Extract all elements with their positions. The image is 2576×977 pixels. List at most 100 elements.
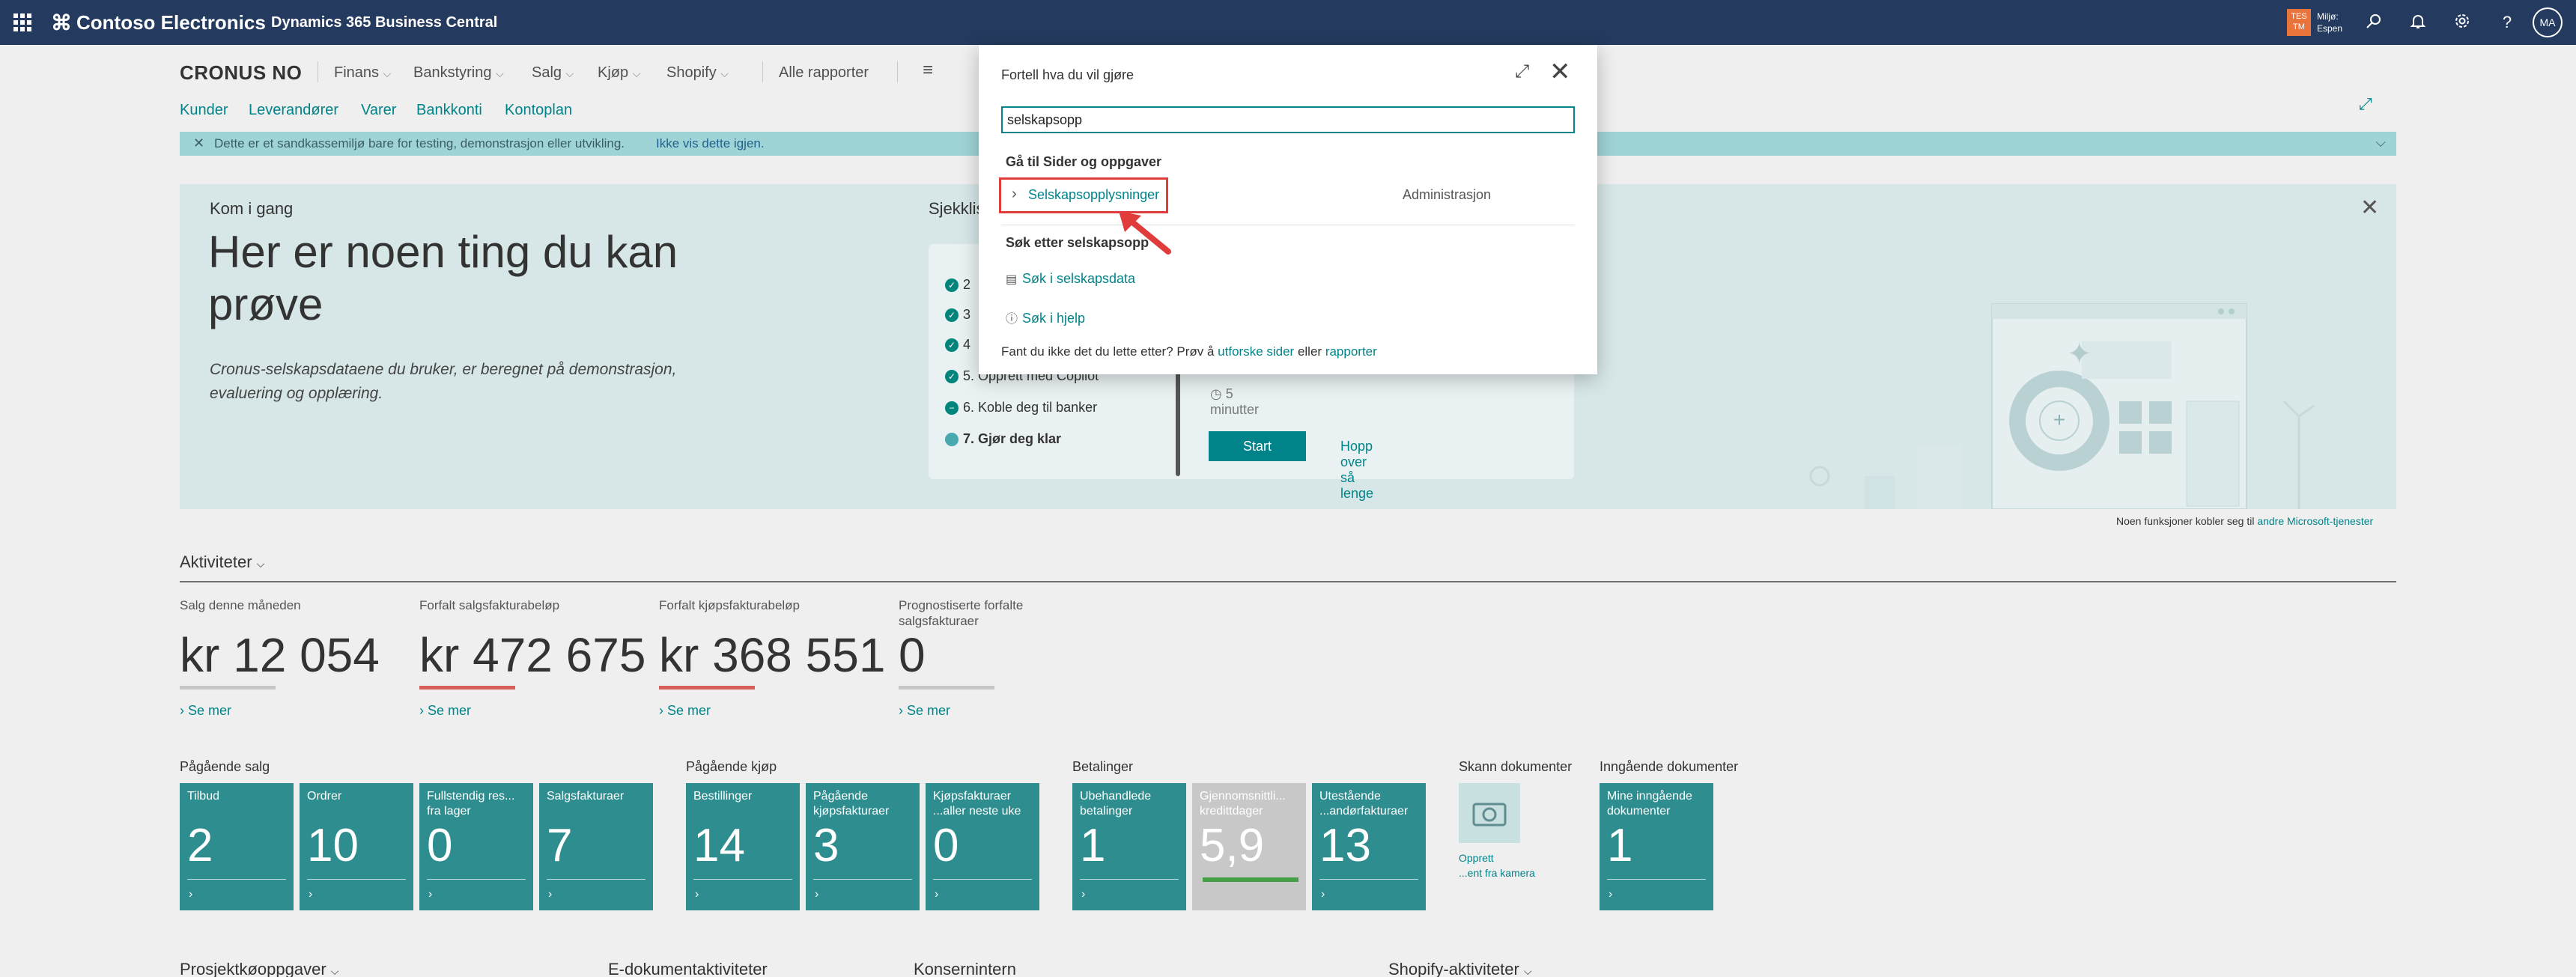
see-more-link[interactable]: › Se mer <box>659 703 884 719</box>
menu-all-reports[interactable]: Alle rapporter <box>779 64 869 82</box>
search-input[interactable]: selskapsopp <box>1001 106 1575 133</box>
kpi-bar <box>659 686 755 690</box>
scan-label-line-1: Opprett <box>1459 852 1494 864</box>
close-icon[interactable]: ✕ <box>1549 57 1571 87</box>
environment-label[interactable]: Miljø: Espen <box>2317 10 2342 34</box>
group-title-payments: Betalinger <box>1072 759 1134 774</box>
kpi-value[interactable]: kr 472 675 <box>419 629 645 681</box>
tile-purchase-invoices-next-week[interactable]: Kjøpsfakturaer ...aller neste uke 0 › <box>926 783 1039 910</box>
nav-link-vendors[interactable]: Leverandører <box>249 102 338 119</box>
chevron-right-icon: › <box>695 888 699 901</box>
tile-divider <box>187 879 286 880</box>
chevron-down-icon[interactable]: ⌵ <box>2375 135 2386 150</box>
search-help-option[interactable]: ⓘ Søk i hjelp <box>1006 308 1085 326</box>
scan-document-label[interactable]: Opprett ...ent fra kamera <box>1459 850 1535 880</box>
divider <box>897 61 898 82</box>
skip-link[interactable]: Hopp over så lenge <box>1340 439 1373 502</box>
waffle-icon[interactable] <box>13 13 31 31</box>
microsoft-services-link[interactable]: andre Microsoft-tjenester <box>2257 515 2373 527</box>
kpi-value[interactable]: kr 368 551 <box>659 629 885 681</box>
bell-icon[interactable] <box>2408 12 2428 33</box>
checklist-step[interactable]: ✓ 2 <box>945 277 970 293</box>
kpi-bar <box>899 686 994 690</box>
tile-fully-reserved[interactable]: Fullstendig res... fra lager 0 › <box>419 783 533 910</box>
activities-heading[interactable]: Aktiviteter ⌵ <box>180 553 264 572</box>
check-icon: ✓ <box>945 338 959 353</box>
nav-link-items[interactable]: Varer <box>361 102 396 119</box>
environment-badge[interactable]: TES TM <box>2287 9 2311 36</box>
checklist-step[interactable]: 7. Gjør deg klar <box>945 431 1061 447</box>
menu-salg[interactable]: Salg ⌵ <box>532 64 574 82</box>
banner-dismiss-link[interactable]: Ikke vis dette igjen. <box>656 136 765 151</box>
kpi-overdue-sales[interactable]: Forfalt salgsfakturabeløp kr 472 675 › S… <box>419 597 645 719</box>
option-label: Søk i hjelp <box>1022 311 1086 326</box>
menu-shopify[interactable]: Shopify ⌵ <box>666 64 729 82</box>
expand-icon[interactable]: ⤢ <box>2359 94 2372 114</box>
checklist-step[interactable]: ✓ 4 <box>945 337 970 353</box>
chevron-right-icon: › <box>309 888 313 901</box>
close-icon[interactable]: ✕ <box>2360 195 2379 221</box>
search-icon[interactable] <box>2363 12 2384 33</box>
scan-label-line-2: ...ent fra kamera <box>1459 867 1535 879</box>
chevron-right-icon: › <box>548 888 553 901</box>
divider <box>762 61 763 82</box>
kpi-sales-this-month[interactable]: Salg denne måneden kr 12 054 › Se mer <box>180 597 404 719</box>
nav-link-customers[interactable]: Kunder <box>180 102 228 119</box>
environment-line-1: Miljø: <box>2317 11 2339 22</box>
avatar[interactable]: MA <box>2533 7 2563 37</box>
tile-label: Ordrer <box>307 790 342 803</box>
gear-icon[interactable] <box>2452 12 2473 33</box>
section-intercompany[interactable]: Konsernintern <box>914 960 1016 977</box>
close-icon[interactable]: ✕ <box>193 136 204 151</box>
see-more-link[interactable]: › Se mer <box>180 703 404 719</box>
scan-document-button[interactable] <box>1459 783 1520 843</box>
chevron-down-icon: ⌵ <box>1523 965 1532 977</box>
nav-link-bank-accounts[interactable]: Bankkonti <box>416 102 482 119</box>
kpi-overdue-purchase[interactable]: Forfalt kjøpsfakturabeløp kr 368 551 › S… <box>659 597 885 719</box>
tile-divider <box>693 879 792 880</box>
tile-ongoing-purchase-invoices[interactable]: Pågående kjøpsfakturaer 3 › <box>806 783 920 910</box>
tile-orders[interactable]: Ordrer 10 › <box>300 783 413 910</box>
checklist-step[interactable]: −6. Koble deg til banker <box>945 400 1097 416</box>
checklist-step[interactable]: ✓ 3 <box>945 307 970 323</box>
section-shopify[interactable]: Shopify-aktiviteter ⌵ <box>1388 960 1532 977</box>
tile-my-incoming-documents[interactable]: Mine inngående dokumenter 1 › <box>1600 783 1713 910</box>
footer-text: Fant du ikke det du lette etter? Prøv å <box>1001 344 1215 359</box>
kpi-value[interactable]: kr 12 054 <box>180 629 404 681</box>
reports-link[interactable]: rapporter <box>1325 344 1377 359</box>
tile-quotes[interactable]: Tilbud 2 › <box>180 783 294 910</box>
top-bar: ⌘ Contoso Electronics Dynamics 365 Busin… <box>0 0 2576 45</box>
menu-finans[interactable]: Finans ⌵ <box>334 64 391 82</box>
tile-label: Gjennomsnittli... kredittdager <box>1200 790 1286 818</box>
hamburger-icon[interactable]: ≡ <box>923 60 933 81</box>
tile-value: 14 <box>693 820 745 871</box>
chevron-right-icon: › <box>428 888 433 901</box>
tile-value: 5,9 <box>1200 820 1265 871</box>
help-icon[interactable]: ? <box>2497 12 2518 33</box>
nav-link-chart-of-accounts[interactable]: Kontoplan <box>505 102 572 119</box>
chevron-right-icon: › <box>815 888 819 901</box>
section-project-queue[interactable]: Prosjektkøoppgaver ⌵ <box>180 960 338 977</box>
see-more-link[interactable]: › Se mer <box>419 703 644 719</box>
tile-average-credit-days[interactable]: Gjennomsnittli... kredittdager 5,9 <box>1192 783 1306 910</box>
camera-icon <box>1472 803 1507 827</box>
see-more-link[interactable]: › Se mer <box>899 703 1048 719</box>
tile-outstanding-vendor-invoices[interactable]: Utestående ...andørfakturaer 13 › <box>1312 783 1426 910</box>
tile-unprocessed-payments[interactable]: Ubehandlede betalinger 1 › <box>1072 783 1186 910</box>
menu-bankstyring[interactable]: Bankstyring ⌵ <box>413 64 504 82</box>
tile-sales-invoices[interactable]: Salgsfakturaer 7 › <box>539 783 653 910</box>
expand-icon[interactable]: ⤢ <box>1515 61 1529 82</box>
svg-text:+: + <box>2053 408 2065 431</box>
step-label: 7. Gjør deg klar <box>963 431 1062 446</box>
start-button[interactable]: Start <box>1209 431 1306 461</box>
menu-kjop[interactable]: Kjøp ⌵ <box>598 64 640 82</box>
skipped-icon: − <box>945 401 959 416</box>
tile-purchase-orders[interactable]: Bestillinger 14 › <box>686 783 800 910</box>
section-e-documents[interactable]: E-dokumentaktiviteter <box>608 960 768 977</box>
kpi-value[interactable]: 0 <box>899 629 1048 681</box>
brand-logo[interactable]: ⌘ Contoso Electronics <box>51 10 266 35</box>
kpi-forecast-overdue[interactable]: Prognostiserte forfalte salgsfakturaer 0… <box>899 597 1048 719</box>
search-company-data-option[interactable]: ▤ Søk i selskapsdata <box>1006 271 1135 287</box>
explore-pages-link[interactable]: utforske sider <box>1218 344 1294 359</box>
company-name[interactable]: CRONUS NO <box>180 61 302 85</box>
